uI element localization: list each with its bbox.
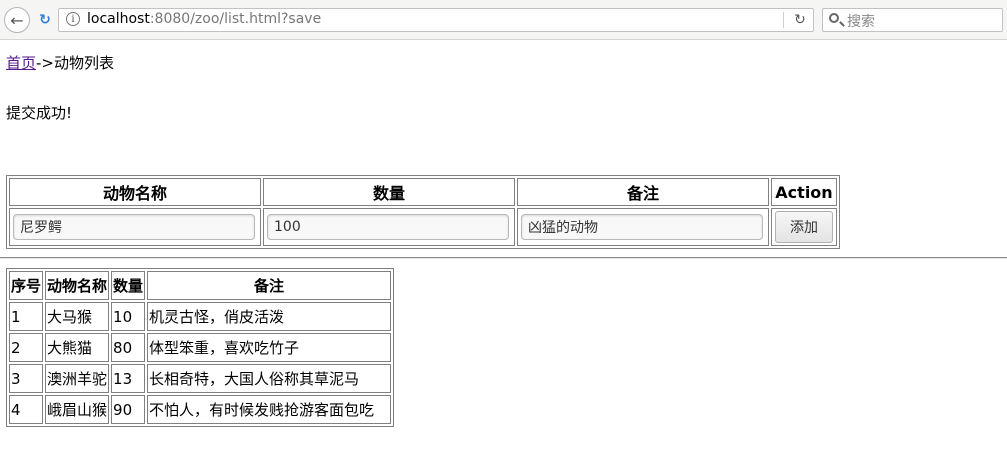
header-remark: 备注: [147, 271, 392, 300]
divider: [0, 257, 1007, 259]
url-divider: [783, 12, 784, 28]
header-count: 数量: [111, 271, 146, 300]
row-serial: 4: [9, 395, 44, 424]
remark-input[interactable]: [521, 214, 763, 240]
url-host: localhost: [87, 11, 150, 27]
header-serial: 序号: [9, 271, 44, 300]
row-serial: 1: [9, 302, 44, 331]
row-serial: 3: [9, 364, 44, 393]
table-row: 3 澳洲羊驼 13 长相奇特，大国人俗称其草泥马: [9, 364, 392, 393]
back-button[interactable]: ←: [4, 7, 30, 33]
table-row: 2 大熊猫 80 体型笨重，喜欢吃竹子: [9, 333, 392, 362]
count-cell: [263, 208, 515, 246]
row-remark: 不怕人，有时候发贱抢游客面包吃: [147, 395, 392, 424]
header-remark: 备注: [517, 178, 769, 206]
info-icon[interactable]: i: [66, 12, 80, 26]
animal-name-input[interactable]: [13, 214, 255, 240]
home-link[interactable]: 首页: [6, 54, 36, 72]
animal-list-table: 序号 动物名称 数量 备注 1 大马猴 10 机灵古怪，俏皮活泼 2 大熊猫 8…: [6, 268, 395, 427]
breadcrumb-current: ->动物列表: [36, 54, 114, 72]
row-animal-name: 大马猴: [45, 302, 110, 331]
action-cell: 添加: [771, 208, 837, 246]
row-remark: 体型笨重，喜欢吃竹子: [147, 333, 392, 362]
breadcrumb: 首页->动物列表: [6, 52, 114, 73]
row-count: 80: [111, 333, 146, 362]
url-path: :8080/zoo/list.html?save: [149, 11, 322, 27]
table-row: 4 峨眉山猴 90 不怕人，有时候发贱抢游客面包吃: [9, 395, 392, 424]
row-remark: 机灵古怪，俏皮活泼: [147, 302, 392, 331]
row-animal-name: 澳洲羊驼: [45, 364, 110, 393]
search-icon: [829, 13, 839, 23]
header-animal-name: 动物名称: [9, 178, 261, 206]
row-count: 90: [111, 395, 146, 424]
url-text[interactable]: localhost:8080/zoo/list.html?save: [87, 11, 321, 27]
navigation-group: ← ↻: [4, 7, 64, 33]
success-message: 提交成功!: [6, 104, 73, 122]
row-remark: 长相奇特，大国人俗称其草泥马: [147, 364, 392, 393]
browser-toolbar: ← ↻ i localhost:8080/zoo/list.html?save …: [0, 0, 1007, 40]
count-input[interactable]: [267, 214, 509, 240]
form-header-row: 动物名称 数量 备注 Action: [9, 178, 837, 206]
search-bar[interactable]: 搜索: [822, 8, 1003, 32]
search-input[interactable]: 搜索: [847, 11, 875, 31]
table-row: 1 大马猴 10 机灵古怪，俏皮活泼: [9, 302, 392, 331]
add-button[interactable]: 添加: [775, 211, 833, 243]
row-animal-name: 峨眉山猴: [45, 395, 110, 424]
browser-reload-icon[interactable]: ↻: [36, 11, 54, 29]
list-header-row: 序号 动物名称 数量 备注: [9, 271, 392, 300]
reload-icon[interactable]: ↻: [791, 10, 809, 30]
row-animal-name: 大熊猫: [45, 333, 110, 362]
form-input-row: 添加: [9, 208, 837, 246]
add-animal-form: 动物名称 数量 备注 Action 添加: [6, 175, 840, 249]
row-count: 13: [111, 364, 146, 393]
header-action: Action: [771, 178, 837, 206]
address-bar[interactable]: i localhost:8080/zoo/list.html?save ↻: [58, 8, 814, 32]
row-count: 10: [111, 302, 146, 331]
remark-cell: [517, 208, 769, 246]
row-serial: 2: [9, 333, 44, 362]
name-cell: [9, 208, 261, 246]
back-arrow-icon: ←: [10, 10, 24, 30]
header-animal-name: 动物名称: [45, 271, 110, 300]
header-count: 数量: [263, 178, 515, 206]
